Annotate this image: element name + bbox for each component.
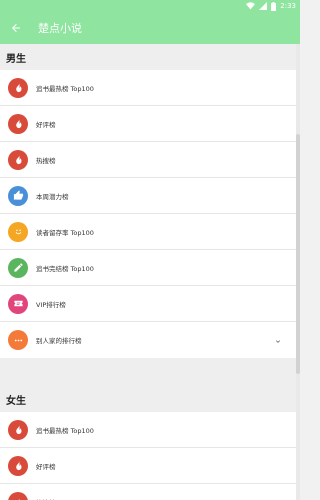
- list-item[interactable]: 好评榜: [0, 106, 296, 142]
- page-title: 楚点小说: [38, 22, 82, 35]
- scrollbar[interactable]: [296, 44, 300, 500]
- wifi-icon: [246, 2, 256, 10]
- ticket-icon: [8, 293, 28, 314]
- status-icons: 2:33: [246, 1, 296, 11]
- thumbs-up-icon: [8, 185, 28, 206]
- ranking-list: 男生 追书最热榜 Top100 好评榜 热搜榜 本周潜力榜 读者留存率 Top100 追书…: [0, 44, 296, 500]
- list-item-label: 追书最热榜 Top100: [36, 84, 94, 93]
- section-list-female: 追书最热榜 Top100 好评榜热搜榜: [0, 412, 296, 500]
- pencil-icon: [8, 257, 28, 278]
- signal-icon: [259, 2, 268, 10]
- list-item[interactable]: 好评榜: [0, 448, 296, 484]
- list-item-label: 好评榜: [36, 120, 56, 129]
- app-bar: 楚点小说: [0, 12, 300, 44]
- smiley-icon: [8, 221, 28, 242]
- list-item[interactable]: 热搜榜: [0, 484, 296, 500]
- section-header-male: 男生: [0, 44, 296, 70]
- status-bar: 2:33: [0, 0, 300, 12]
- status-time: 2:33: [280, 2, 296, 10]
- list-item[interactable]: 追书最热榜 Top100: [0, 412, 296, 448]
- list-item-label: 本周潜力榜: [36, 192, 69, 201]
- flame-icon: [8, 419, 28, 440]
- list-item-label: 好评榜: [36, 462, 56, 471]
- flame-icon: [8, 455, 28, 476]
- flame-icon: [8, 113, 28, 134]
- arrow-left-icon: [12, 24, 20, 32]
- section-list-male: 追书最热榜 Top100 好评榜热搜榜本周潜力榜读者留存率 Top100 追书完结榜…: [0, 70, 296, 358]
- list-item[interactable]: 热搜榜: [0, 142, 296, 178]
- list-item[interactable]: 追书完结榜 Top100: [0, 250, 296, 286]
- flame-icon: [8, 492, 28, 500]
- list-item-label: 别人家的排行榜: [36, 337, 82, 345]
- chevron-down-icon[interactable]: [274, 331, 282, 350]
- battery-icon: [271, 1, 277, 11]
- list-item-label: 读者留存率 Top100: [36, 228, 94, 237]
- list-item[interactable]: 本周潜力榜: [0, 178, 296, 214]
- section-gap: [0, 358, 296, 386]
- flame-icon: [8, 77, 28, 98]
- list-item[interactable]: VIP排行榜: [0, 286, 296, 322]
- list-item[interactable]: 别人家的排行榜: [0, 322, 296, 358]
- list-item[interactable]: 读者留存率 Top100: [0, 214, 296, 250]
- section-header-female: 女生: [0, 386, 296, 412]
- flame-icon: [8, 149, 28, 170]
- list-item-label: 热搜榜: [36, 156, 56, 165]
- list-item-label: 追书最热榜 Top100: [36, 426, 94, 435]
- scrollbar-thumb[interactable]: [296, 134, 300, 374]
- list-item[interactable]: 追书最热榜 Top100: [0, 70, 296, 106]
- list-item-label: 追书完结榜 Top100: [36, 264, 94, 273]
- more-dots-icon: [8, 330, 28, 350]
- list-item-label: VIP排行榜: [36, 300, 66, 309]
- back-button[interactable]: [0, 12, 32, 44]
